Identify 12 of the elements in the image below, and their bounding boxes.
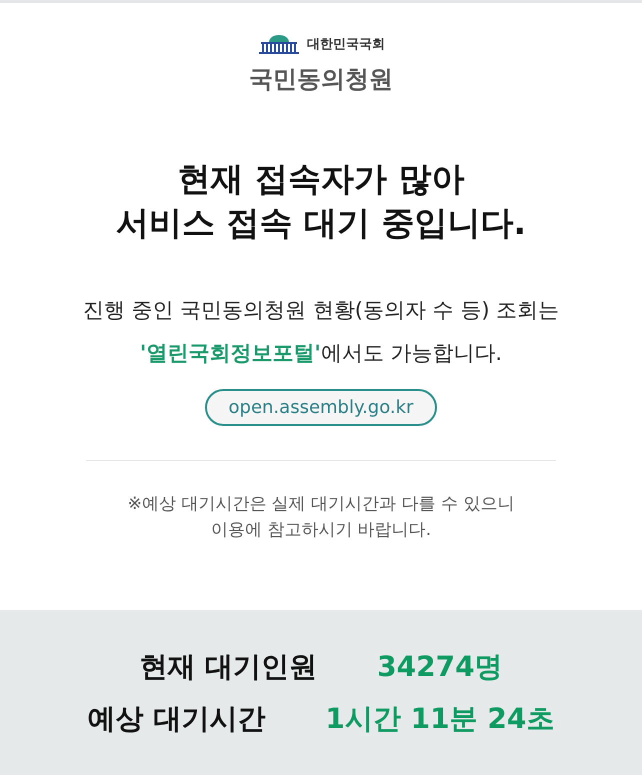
portal-button[interactable]: open.assembly.go.kr — [204, 389, 438, 426]
stat-label: 현재 대기인원 — [139, 648, 318, 684]
organization-name: 대한민국국회 — [307, 36, 385, 53]
stat-label: 예상 대기시간 — [88, 700, 266, 736]
info-text: 진행 중인 국민동의청원 현황(동의자 수 등) 조회는 '열린국회정보포털'에서도 가능합니다. — [82, 297, 560, 367]
stat-value: 1시간 11분 24초 — [325, 700, 554, 736]
stat-value: 34274명 — [377, 648, 503, 684]
waiting-headline: 현재 접속자가 많아 서비스 접속 대기 중입니다. — [114, 158, 527, 244]
notice-text: ※예상 대기시간은 실제 대기시간과 다를 수 있으니 이용에 참고하시기 바랍니다. — [126, 493, 516, 542]
portal-link[interactable]: '열린국회정보포털' — [140, 341, 321, 365]
assembly-building-icon — [257, 33, 301, 55]
service-title: 국민동의청원 — [249, 64, 393, 95]
